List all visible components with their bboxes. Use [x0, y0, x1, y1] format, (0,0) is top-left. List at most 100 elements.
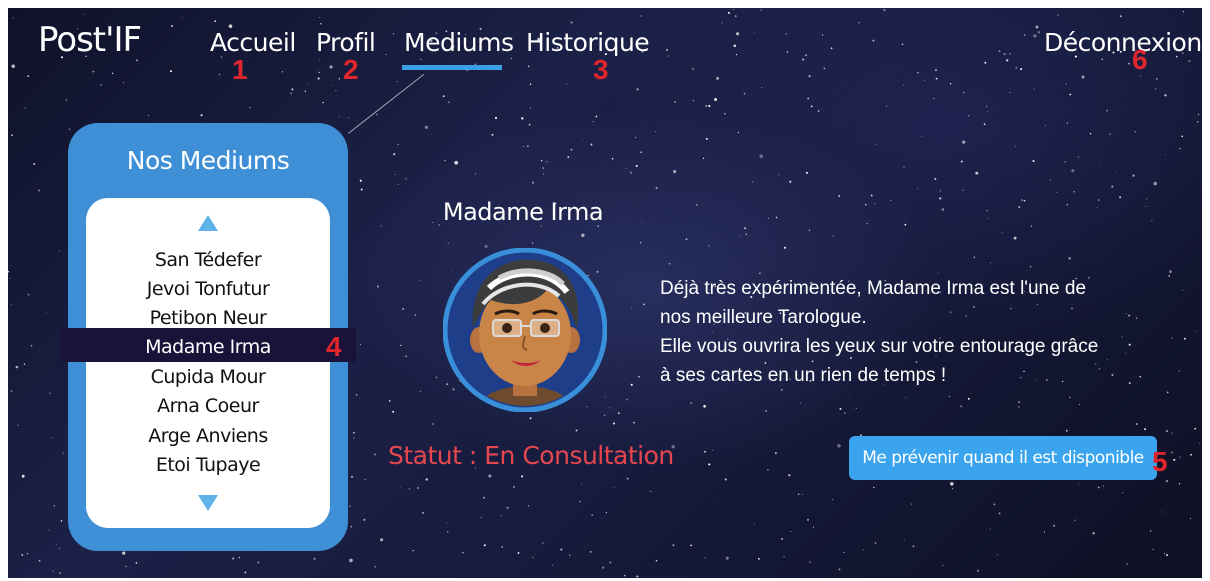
star [350, 525, 353, 528]
star [790, 530, 792, 532]
star [910, 503, 913, 505]
star [802, 58, 805, 61]
star [319, 22, 322, 25]
star [870, 194, 873, 197]
star [1023, 199, 1026, 202]
star [542, 167, 545, 170]
star [843, 551, 845, 554]
star [402, 307, 405, 310]
star [1003, 53, 1006, 56]
star [1074, 519, 1076, 521]
star [702, 157, 705, 159]
brand-logo[interactable]: Post'IF [38, 20, 142, 60]
star [581, 233, 585, 238]
star [244, 571, 247, 574]
star [422, 512, 424, 514]
triangle-down-icon[interactable] [198, 495, 218, 511]
medium-item[interactable]: Petibon Neur [86, 304, 330, 333]
star [579, 500, 581, 503]
star [1096, 206, 1098, 208]
star [631, 306, 633, 308]
star [532, 556, 534, 558]
star [690, 544, 692, 547]
star [62, 452, 64, 454]
star [11, 64, 15, 68]
star [986, 105, 988, 108]
star [542, 542, 544, 544]
star [1197, 113, 1200, 116]
star [53, 505, 56, 507]
nav-accueil[interactable]: Accueil [210, 28, 296, 57]
star [506, 506, 509, 509]
star [655, 559, 658, 562]
star [1184, 337, 1186, 340]
star [462, 551, 464, 554]
star [291, 88, 294, 91]
star [725, 556, 729, 560]
star [685, 238, 688, 241]
star [950, 83, 952, 85]
medium-item[interactable]: Cupida Mour [86, 363, 330, 392]
star [491, 133, 494, 136]
star [419, 280, 421, 282]
star [1018, 401, 1021, 404]
nav-deconnexion[interactable]: Déconnexion [1044, 28, 1202, 57]
star [733, 9, 735, 11]
medium-item[interactable]: Etoi Tupaye [86, 451, 330, 480]
star [591, 514, 594, 516]
star [626, 398, 629, 401]
star [666, 49, 668, 51]
star [838, 568, 841, 571]
star [10, 390, 13, 393]
star [690, 401, 693, 405]
star [937, 271, 939, 273]
star [977, 569, 980, 572]
star [986, 209, 989, 212]
star [629, 171, 633, 174]
star [353, 437, 355, 439]
star [1171, 432, 1173, 434]
nav-profil[interactable]: Profil [316, 28, 376, 57]
star [408, 488, 411, 490]
star [238, 556, 241, 559]
medium-item[interactable]: Jevoi Tonfutur [86, 275, 330, 304]
star [797, 493, 800, 495]
medium-item[interactable]: Arna Coeur [86, 392, 330, 421]
star [1178, 483, 1181, 485]
star [338, 116, 340, 118]
description-line: à ses cartes en un rien de temps ! [660, 365, 947, 386]
star [821, 34, 824, 36]
nav-mediums[interactable]: Mediums [404, 28, 514, 57]
star [1178, 370, 1181, 372]
star [704, 450, 706, 453]
medium-item[interactable]: Arge Anviens [86, 422, 330, 451]
star [737, 131, 740, 134]
notify-when-available-button[interactable]: Me prévenir quand il est disponible [849, 436, 1157, 480]
star [1049, 179, 1052, 181]
star [1029, 265, 1032, 268]
star [875, 143, 877, 145]
star [570, 148, 573, 151]
star [331, 85, 333, 87]
medium-item[interactable]: San Tédefer [86, 246, 330, 275]
medium-item-selected[interactable]: Madame Irma [86, 333, 330, 362]
star [1169, 270, 1172, 274]
star [527, 505, 530, 507]
star [257, 561, 260, 564]
star [1146, 198, 1148, 200]
star [1179, 147, 1181, 150]
nav-historique[interactable]: Historique [526, 28, 650, 57]
star [967, 397, 970, 400]
star [501, 545, 504, 548]
star [1057, 14, 1059, 16]
star [924, 80, 925, 82]
star [338, 78, 340, 80]
star [111, 72, 114, 75]
star [444, 159, 446, 162]
star [810, 105, 813, 108]
star [704, 557, 706, 559]
star [447, 242, 449, 244]
star [917, 188, 919, 190]
triangle-up-icon[interactable] [198, 215, 218, 231]
star [363, 518, 366, 521]
